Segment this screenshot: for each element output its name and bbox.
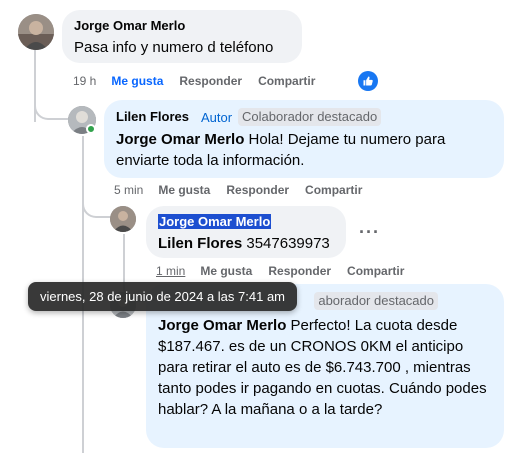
timestamp-tooltip: viernes, 28 de junio de 2024 a las 7:41 … (28, 282, 298, 311)
status-badge: aborador destacado (314, 292, 438, 310)
comment-time[interactable]: 1 min (156, 264, 185, 278)
thread-curve-1 (34, 100, 68, 120)
thread-curve-2 (82, 198, 110, 218)
comment-actions: 5 min Me gusta Responder Compartir (114, 183, 378, 197)
comment-author[interactable]: Lilen Flores (116, 109, 189, 125)
mention-link[interactable]: Lilen Flores (158, 235, 242, 252)
like-reaction-icon[interactable] (358, 71, 378, 91)
avatar[interactable] (110, 206, 136, 232)
comment-actions: 1 min Me gusta Responder Compartir (156, 264, 420, 278)
comment-text: Lilen Flores 3547639973 (158, 235, 330, 252)
comment-author[interactable]: Jorge Omar Merlo (74, 18, 290, 34)
mention-link[interactable]: Jorge Omar Merlo (158, 317, 286, 334)
share-button[interactable]: Compartir (258, 74, 315, 88)
more-options-icon[interactable]: ··· (359, 223, 380, 241)
comment-text: Jorge Omar Merlo Hola! Dejame tu numero … (116, 131, 446, 169)
thumbs-up-icon (363, 76, 373, 86)
reply-button[interactable]: Responder (268, 264, 331, 278)
comment-time[interactable]: 5 min (114, 183, 143, 197)
comment-actions: 19 h Me gusta Responder Compartir (73, 74, 331, 88)
like-button[interactable]: Me gusta (158, 183, 210, 197)
status-badge: Colaborador destacado (238, 108, 382, 126)
author-role: Autor (200, 109, 233, 125)
share-button[interactable]: Compartir (305, 183, 362, 197)
reply-button[interactable]: Responder (226, 183, 289, 197)
comment-author[interactable]: Jorge Omar Merlo (158, 214, 272, 229)
online-status-icon (86, 124, 96, 134)
comment-time[interactable]: 19 h (73, 74, 96, 88)
reply-button[interactable]: Responder (179, 74, 242, 88)
comment-bubble: Jorge Omar Merlo Lilen Flores 3547639973 (146, 206, 346, 258)
comment-text: Jorge Omar Merlo Perfecto! La cuota desd… (158, 317, 487, 418)
avatar[interactable] (18, 14, 54, 50)
like-button[interactable]: Me gusta (200, 264, 252, 278)
comment-bubble: Lilen Flores Autor Colaborador destacado… (104, 100, 504, 178)
comment-text: Pasa info y numero d teléfono (74, 39, 274, 56)
comment-bubble: Jorge Omar Merlo Pasa info y numero d te… (62, 10, 302, 63)
like-button[interactable]: Me gusta (111, 74, 163, 88)
share-button[interactable]: Compartir (347, 264, 404, 278)
mention-link[interactable]: Jorge Omar Merlo (116, 131, 244, 148)
